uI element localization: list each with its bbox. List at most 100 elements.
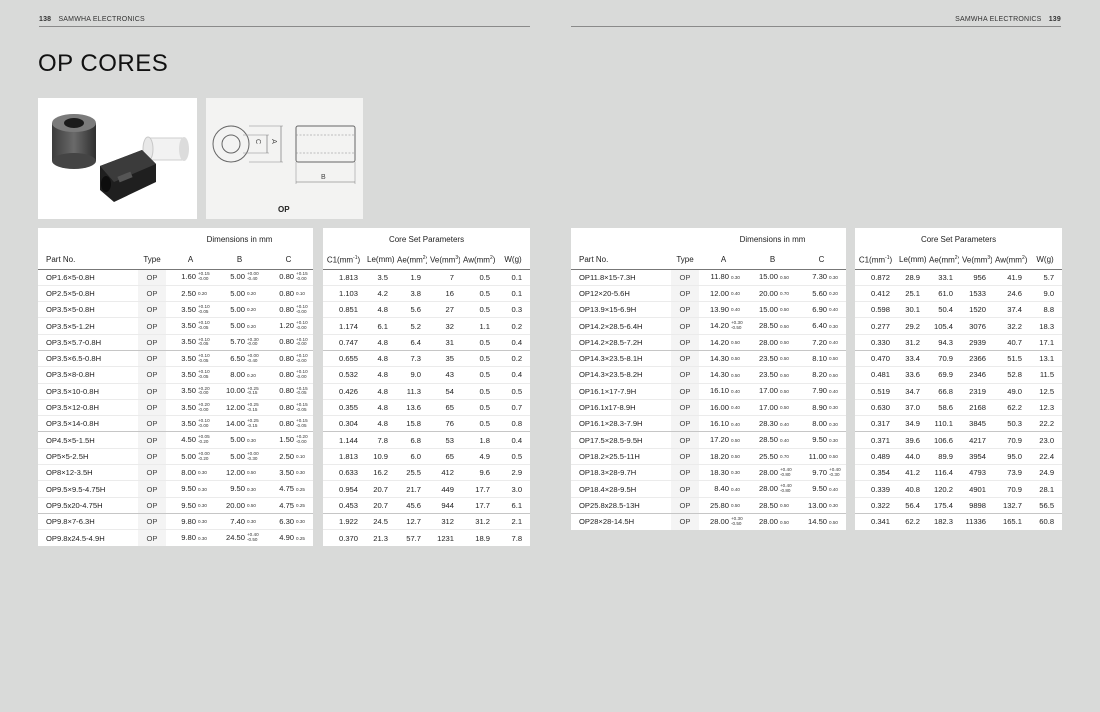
- dim-b-cell: 5.00 +0.00 -0.40: [215, 269, 264, 285]
- tolerance-value: 0.40: [829, 340, 838, 346]
- param-ve: 2939: [969, 337, 986, 347]
- table-row: 0.532 4.8 9.0 43 0.5 0.4: [323, 367, 531, 384]
- core-type: OP: [138, 285, 166, 302]
- param-aw: 0.5: [479, 288, 490, 298]
- dim-b-value: 5.00: [230, 272, 245, 282]
- dim-a-value: 16.10: [709, 386, 729, 396]
- table-row: OP28×28-14.5H OP 28.00 +0.30 -0.50 28.00 0.50 1…: [571, 513, 846, 530]
- param-ae: 25.5: [406, 468, 421, 478]
- dim-b-tolerance: 0.50: [780, 338, 795, 347]
- dim-b-value: 15.00: [758, 304, 778, 314]
- param-le: 4.2: [377, 288, 388, 298]
- param-le: 20.7: [373, 500, 388, 510]
- dim-b-tolerance: 0.50: [780, 322, 795, 331]
- dim-a-value: 3.50: [181, 370, 196, 380]
- param-aw: 0.5: [479, 354, 490, 364]
- dim-c-tolerance: +0.15 -0.05: [296, 402, 311, 413]
- tolerance-value: 0.50: [780, 307, 789, 313]
- dim-b-value: 10.00: [225, 386, 245, 396]
- right-page-number: 139: [1048, 16, 1061, 23]
- dim-b-cell: 24.50 +0.40 -0.50: [215, 530, 264, 546]
- param-ae: 120.2: [933, 484, 953, 494]
- dim-b-tolerance: +0.40 -0.80: [780, 484, 795, 494]
- tolerance-value: 0.50: [780, 274, 789, 280]
- part-number: OP3.5×12-0.8H: [46, 403, 99, 413]
- param-c1: 0.426: [338, 386, 358, 396]
- dim-c-tolerance: 0.25: [296, 485, 311, 494]
- part-number: OP9.5x20-4.75H: [46, 500, 103, 510]
- dim-b-tolerance: 0.20: [247, 289, 262, 298]
- param-ae: 6.0: [410, 451, 421, 461]
- param-ve: 27: [445, 305, 454, 315]
- param-c1: 0.322: [870, 500, 890, 510]
- param-c1: 0.453: [338, 500, 358, 510]
- tolerance-value: 0.40: [780, 421, 789, 427]
- dim-c-value: 4.90: [279, 533, 295, 543]
- dim-b-tolerance: 0.50: [780, 518, 795, 527]
- param-c1: 0.630: [870, 403, 890, 413]
- part-number: OP14.2×28.5-6.4H: [579, 321, 643, 331]
- tolerance-value: -0.00: [296, 341, 307, 347]
- dim-b-cell: 28.00 0.50: [748, 513, 797, 529]
- parameters-heading: Core Set Parameters: [920, 235, 997, 244]
- dim-c-cell: 9.50 0.30: [797, 432, 846, 448]
- table-row: 1.174 6.1 5.2 32 1.1 0.2: [323, 318, 531, 335]
- dim-b-cell: 10.00 +0.25 -0.15: [215, 383, 264, 399]
- table-row: 0.481 33.6 69.9 2346 52.8 11.5: [855, 367, 1063, 384]
- tolerance-value: 0.20: [829, 291, 838, 297]
- param-aw: 9.6: [479, 468, 490, 478]
- param-w: 22.2: [1039, 419, 1055, 429]
- param-c1: 1.813: [338, 272, 358, 282]
- table-row: 1.103 4.2 3.8 16 0.5 0.1: [323, 285, 531, 302]
- table-row: OP4.5×5-1.5H OP 4.50 +0.05 -0.20 5.00 0.30 1.50…: [38, 431, 314, 449]
- table-row: OP3.5×12-0.8H OP 3.50 +0.20 -0.00 12.00 +0.25-…: [38, 399, 314, 416]
- param-ae: 3.8: [410, 288, 421, 298]
- dim-b-value: 5.00: [230, 321, 245, 331]
- dim-b-cell: 5.00 0.20: [215, 302, 264, 318]
- dim-a-cell: 3.50 +0.20 -0.00: [166, 383, 215, 399]
- dim-b-tolerance: 0.50: [247, 468, 262, 477]
- tolerance-value: 0.30: [829, 323, 838, 329]
- dim-c-value: 0.80: [279, 353, 295, 363]
- param-c1: 0.341: [870, 517, 890, 527]
- dim-c-tolerance: 0.30: [829, 322, 844, 331]
- tolerance-value: -0.30: [247, 455, 258, 461]
- part-number: OP3.5×8-0.8H: [46, 370, 95, 380]
- tolerance-value: -0.00: [296, 325, 307, 331]
- param-w: 17.1: [1039, 337, 1055, 347]
- table-row: 0.470 33.4 70.9 2366 51.5 13.1: [855, 350, 1063, 367]
- tolerance-value: 0.40: [731, 388, 740, 394]
- param-ae: 1.9: [410, 272, 421, 282]
- core-type: OP: [138, 448, 166, 465]
- table-row: OP9.8×7-6.3H OP 9.80 0.30 7.40 0.30 6.30 0.30: [38, 513, 314, 530]
- tolerance-value: -0.05: [198, 357, 209, 363]
- dim-b-cell: 12.00 +0.25 -0.15: [215, 399, 264, 415]
- table-row: OP18.4×28-9.5H OP 8.40 0.40 28.00 +0.40 -0.80 9…: [571, 480, 847, 498]
- param-w: 2.9: [511, 468, 523, 478]
- dim-c-value: 0.80: [279, 370, 295, 380]
- dim-a-cell: 16.00 0.40: [699, 399, 748, 415]
- param-c1: 0.317: [870, 419, 890, 429]
- dim-a-tolerance: 0.50: [731, 452, 746, 461]
- dim-b-tolerance: 0.30: [247, 485, 262, 494]
- tolerance-value: -0.00: [247, 341, 258, 347]
- tolerance-value: -0.00: [296, 357, 307, 363]
- table-row: OP9.8x24.5-4.9H OP 9.80 0.30 24.50 +0.40 -0.50…: [38, 529, 313, 547]
- dim-c-value: 0.80: [279, 288, 295, 298]
- dim-b-cell: 5.00 0.20: [215, 285, 264, 301]
- param-ve: 449: [441, 484, 454, 494]
- dim-b-value: 12.00: [225, 467, 245, 477]
- tolerance-value: 0.50: [247, 503, 256, 509]
- part-number: OP8×12-3.5H: [46, 468, 93, 478]
- core-type: OP: [671, 497, 699, 514]
- table-row: 0.519 34.7 66.8 2319 49.0 12.5: [855, 383, 1063, 400]
- tolerance-value: 0.25: [296, 503, 305, 509]
- dim-c-cell: 9.50 0.40: [797, 481, 846, 497]
- core-type: OP: [671, 415, 699, 432]
- param-ae: 11.3: [406, 386, 421, 396]
- part-number: OP5×5-2.5H: [46, 451, 89, 461]
- part-number: OP3.5×5.7-0.8H: [46, 337, 102, 347]
- param-w: 0.4: [511, 435, 523, 445]
- dim-b-value: 28.00: [758, 484, 778, 494]
- part-number: OP3.5×10-0.8H: [46, 386, 99, 396]
